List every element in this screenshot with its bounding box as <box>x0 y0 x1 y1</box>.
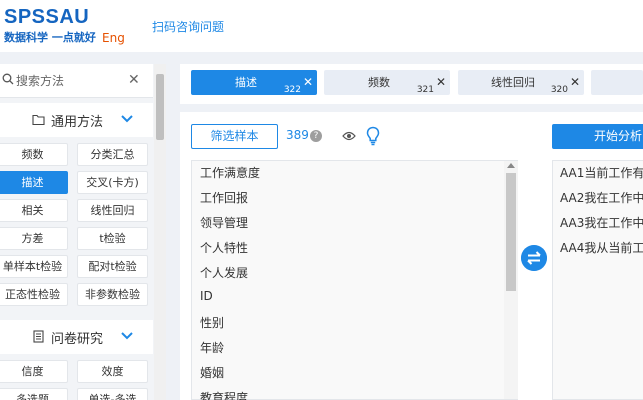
sample-count: 389 <box>286 128 309 142</box>
selected-item[interactable]: AA1当前工作有求 <box>560 164 643 181</box>
document-icon <box>33 330 44 343</box>
method-one-sample-t-test[interactable]: 单样本t检验 <box>0 255 68 278</box>
consult-link[interactable]: 扫码咨询问题 <box>152 18 224 35</box>
logo-tagline: 数据科学 一点就好 <box>4 31 96 44</box>
selected-item[interactable]: AA2我在工作中被 <box>560 189 643 206</box>
tab-frequency[interactable]: 频数 321 ✕ <box>324 70 450 95</box>
lightbulb-icon[interactable] <box>366 126 380 146</box>
method-paired-t-test[interactable]: 配对t检验 <box>77 255 148 278</box>
close-icon[interactable]: ✕ <box>570 75 580 89</box>
logo[interactable]: SPSSAU <box>4 6 89 29</box>
folder-icon <box>32 114 45 126</box>
method-reliability[interactable]: 信度 <box>0 360 68 383</box>
language-switch[interactable]: Eng <box>102 31 125 45</box>
method-multiple-choice[interactable]: 多选题 <box>0 388 68 400</box>
close-icon[interactable]: ✕ <box>303 75 313 89</box>
variable-list-scroll-thumb[interactable] <box>506 173 516 291</box>
method-t-test[interactable]: t检验 <box>77 227 148 250</box>
section-label: 通用方法 <box>51 115 104 130</box>
method-normality-test[interactable]: 正态性检验 <box>0 283 68 306</box>
tab-linear-regression[interactable]: 线性回归 320 ✕ <box>458 70 584 95</box>
variable-item[interactable]: 工作满意度 <box>200 164 260 181</box>
filter-sample-button[interactable]: 筛选样本 <box>191 124 278 149</box>
method-crosstab[interactable]: 交叉(卡方) <box>77 171 148 194</box>
variable-item[interactable]: 年龄 <box>200 339 224 356</box>
method-anova[interactable]: 方差 <box>0 227 68 250</box>
search-input[interactable] <box>16 71 121 91</box>
tab-descriptive[interactable]: 描述 322 ✕ <box>191 70 317 95</box>
chevron-down-icon[interactable] <box>120 114 134 124</box>
selected-item[interactable]: AA4我从当前工作 <box>560 239 643 256</box>
method-frequency[interactable]: 频数 <box>0 143 68 166</box>
search-icon <box>2 73 14 85</box>
tab-count: 321 <box>416 85 434 95</box>
selected-variables-list: AA1当前工作有求 AA2我在工作中被 AA3我在工作中被 AA4我从当前工作 <box>552 160 643 400</box>
variable-list: 工作满意度 工作回报 领导管理 个人特性 个人发展 ID 性别 年龄 婚姻 教育… <box>191 160 518 400</box>
section-survey-research[interactable]: 问卷研究 <box>0 320 153 354</box>
sidebar-scroll-thumb[interactable] <box>156 74 164 140</box>
variable-item[interactable]: ID <box>200 289 213 303</box>
scroll-up-arrow-icon[interactable] <box>507 163 515 168</box>
tab-count: 322 <box>283 85 301 95</box>
close-icon[interactable]: ✕ <box>436 75 446 89</box>
method-correlation[interactable]: 相关 <box>0 199 68 222</box>
analysis-panel: 筛选样本 389 ? 工作满意度 工作回报 领导管理 个人特性 个人发展 ID … <box>180 112 643 400</box>
eye-icon[interactable] <box>342 130 356 142</box>
method-nonparametric-test[interactable]: 非参数检验 <box>77 283 148 306</box>
section-label: 问卷研究 <box>51 332 104 347</box>
method-validity[interactable]: 效度 <box>77 360 148 383</box>
method-single-multiple[interactable]: 单选-多选 <box>77 388 148 400</box>
variable-item[interactable]: 领导管理 <box>200 214 248 231</box>
variable-item[interactable]: 婚姻 <box>200 364 224 381</box>
top-bar: SPSSAU 数据科学 一点就好 Eng 扫码咨询问题 <box>0 0 643 52</box>
start-analysis-button[interactable]: 开始分析 <box>552 124 643 149</box>
tab-count: 320 <box>550 85 568 95</box>
tab-bar: 描述 322 ✕ 频数 321 ✕ 线性回归 320 ✕ <box>180 64 643 104</box>
method-descriptive[interactable]: 描述 <box>0 171 68 194</box>
chevron-down-icon[interactable] <box>120 331 134 341</box>
variable-item[interactable]: 性别 <box>200 314 224 331</box>
help-icon[interactable]: ? <box>310 130 322 142</box>
close-icon[interactable]: ✕ <box>128 72 140 88</box>
section-general-methods[interactable]: 通用方法 <box>0 103 153 137</box>
method-linear-regression[interactable]: 线性回归 <box>77 199 148 222</box>
variable-item[interactable]: 个人发展 <box>200 264 248 281</box>
search-row: ✕ <box>0 64 153 98</box>
method-group-summary[interactable]: 分类汇总 <box>77 143 148 166</box>
swap-icon[interactable] <box>521 245 547 271</box>
sidebar: ✕ 通用方法 频数 分类汇总 描述 交叉(卡方) 相关 线性回归 方差 t检验 … <box>0 64 166 400</box>
variable-item[interactable]: 教育程度 <box>200 389 248 400</box>
tab-partial[interactable] <box>591 70 643 95</box>
variable-item[interactable]: 个人特性 <box>200 239 248 256</box>
selected-item[interactable]: AA3我在工作中被 <box>560 214 643 231</box>
variable-item[interactable]: 工作回报 <box>200 189 248 206</box>
